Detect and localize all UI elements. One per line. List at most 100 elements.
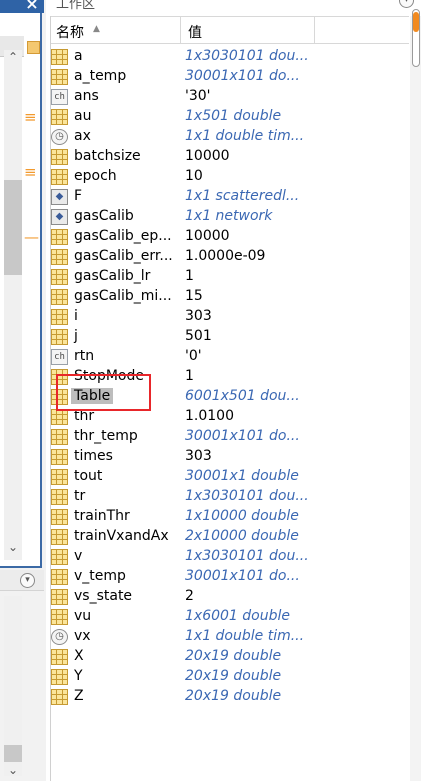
matrix-variable-icon <box>51 109 68 125</box>
workspace-variable-row[interactable]: gasCalib_mi... 15 <box>51 287 409 307</box>
column-divider[interactable] <box>180 17 181 44</box>
workspace-variable-row[interactable]: a 1x3030101 dou... <box>51 47 409 67</box>
variable-name: gasCalib_ep... <box>74 228 172 244</box>
details-panel-scroll-thumb[interactable] <box>4 745 22 762</box>
workspace-variable-row[interactable]: ch ans '30' <box>51 87 409 107</box>
workspace-variable-row[interactable]: trainVxandAx 2x10000 double <box>51 527 409 547</box>
timeseries-variable-icon: ◷ <box>51 629 68 645</box>
workspace-variable-row[interactable]: batchsize 10000 <box>51 147 409 167</box>
matrix-variable-icon <box>51 169 68 185</box>
workspace-scrollbar[interactable] <box>410 16 421 781</box>
variable-value: 1x1 scatteredl... <box>185 188 300 204</box>
scroll-down-arrow-icon[interactable]: ⌄ <box>4 763 22 777</box>
matrix-variable-icon <box>51 549 68 565</box>
object-variable-icon: ◆ <box>51 209 68 225</box>
workspace-variable-row[interactable]: tout 30001x1 double <box>51 467 409 487</box>
matrix-variable-icon <box>51 289 68 305</box>
workspace-variable-row[interactable]: v_temp 30001x101 do... <box>51 567 409 587</box>
left-panel-scrollbar[interactable] <box>4 50 22 560</box>
variable-name: ans <box>74 88 99 104</box>
variable-value: 1x501 double <box>185 108 282 124</box>
variable-value: 20x19 double <box>185 688 282 704</box>
variable-name: tr <box>74 488 86 504</box>
workspace-variable-row[interactable]: gasCalib_err... 1.0000e-09 <box>51 247 409 267</box>
panel-menu-icon[interactable]: ▾ <box>20 573 35 588</box>
workspace-variable-row[interactable]: epoch 10 <box>51 167 409 187</box>
close-icon[interactable]: × <box>22 0 42 13</box>
workspace-variable-row[interactable]: ◆ gasCalib 1x1 network <box>51 207 409 227</box>
variable-value: 2x10000 double <box>185 528 299 544</box>
variable-value: 30001x101 do... <box>185 428 300 444</box>
variable-value: 1x1 network <box>185 208 273 224</box>
matrix-variable-icon <box>51 669 68 685</box>
message-marker-icon[interactable]: ≡ <box>24 110 38 125</box>
variable-name: trainThr <box>74 508 130 524</box>
workspace-variable-row[interactable]: i 303 <box>51 307 409 327</box>
variable-value: 1 <box>185 368 194 384</box>
variable-value: 303 <box>185 448 212 464</box>
variable-value: 1.0100 <box>185 408 234 424</box>
variable-name: i <box>74 308 78 324</box>
variable-name: vx <box>74 628 91 644</box>
variable-value: 2 <box>185 588 194 604</box>
variable-name: v <box>74 548 83 564</box>
matrix-variable-icon <box>51 609 68 625</box>
variable-name: Z <box>74 688 84 704</box>
variable-name: j <box>74 328 78 344</box>
matrix-variable-icon <box>51 689 68 705</box>
workspace-variable-row[interactable]: j 501 <box>51 327 409 347</box>
workspace-variable-row[interactable]: gasCalib_lr 1 <box>51 267 409 287</box>
variable-value: 30001x1 double <box>185 468 299 484</box>
workspace-variable-row[interactable]: v 1x3030101 dou... <box>51 547 409 567</box>
variable-name: F <box>74 188 83 204</box>
sort-ascending-icon[interactable]: ▲ <box>93 24 100 34</box>
scroll-up-arrow-icon[interactable]: ⌃ <box>4 50 22 64</box>
matrix-variable-icon <box>51 329 68 345</box>
workspace-variable-row[interactable]: Y 20x19 double <box>51 667 409 687</box>
workspace-column-header: 名称 ▲ 值 <box>51 16 409 44</box>
workspace-variable-row[interactable]: ◷ ax 1x1 double tim... <box>51 127 409 147</box>
message-marker-icon[interactable]: ≡ <box>24 165 38 180</box>
column-header-value[interactable]: 值 <box>188 22 202 42</box>
variable-value: 20x19 double <box>185 668 282 684</box>
scroll-down-arrow-icon[interactable]: ⌄ <box>4 540 22 554</box>
matrix-variable-icon <box>51 529 68 545</box>
variable-value: 1 <box>185 268 194 284</box>
workspace-variable-row[interactable]: ch rtn '0' <box>51 347 409 367</box>
workspace-variable-row[interactable]: ◆ F 1x1 scatteredl... <box>51 187 409 207</box>
variable-value: 1x1 double tim... <box>185 628 305 644</box>
variable-value: 1.0000e-09 <box>185 248 266 264</box>
variable-value: 1x1 double tim... <box>185 128 305 144</box>
workspace-variable-row[interactable]: Z 20x19 double <box>51 687 409 707</box>
variable-name: batchsize <box>74 148 141 164</box>
variable-value: 1x6001 double <box>185 608 290 624</box>
column-header-name[interactable]: 名称 <box>56 22 84 42</box>
workspace-variable-row[interactable]: X 20x19 double <box>51 647 409 667</box>
matrix-variable-icon <box>51 229 68 245</box>
workspace-variable-row[interactable]: a_temp 30001x101 do... <box>51 67 409 87</box>
workspace-variable-row[interactable]: trainThr 1x10000 double <box>51 507 409 527</box>
matrix-variable-icon <box>51 49 68 65</box>
workspace-variable-row[interactable]: thr_temp 30001x101 do... <box>51 427 409 447</box>
matrix-variable-icon <box>51 409 68 425</box>
variable-value: 303 <box>185 308 212 324</box>
workspace-variable-row[interactable]: au 1x501 double <box>51 107 409 127</box>
workspace-scroll-indicator <box>413 12 419 32</box>
workspace-variable-row[interactable]: gasCalib_ep... 10000 <box>51 227 409 247</box>
variable-value: 30001x101 do... <box>185 68 300 84</box>
message-marker-icon[interactable]: — <box>24 230 39 245</box>
left-panel-scroll-thumb[interactable] <box>4 180 22 275</box>
variable-name: gasCalib_mi... <box>74 288 172 304</box>
variable-value: 15 <box>185 288 203 304</box>
workspace-variable-row[interactable]: vs_state 2 <box>51 587 409 607</box>
workspace-variable-row[interactable]: vu 1x6001 double <box>51 607 409 627</box>
workspace-variable-row[interactable]: tr 1x3030101 dou... <box>51 487 409 507</box>
workspace-variable-row[interactable]: ◷ vx 1x1 double tim... <box>51 627 409 647</box>
column-divider[interactable] <box>314 17 315 44</box>
variable-value: 10000 <box>185 148 230 164</box>
variable-name: times <box>74 448 113 464</box>
workspace-variable-row[interactable]: times 303 <box>51 447 409 467</box>
char-variable-icon: ch <box>51 349 68 365</box>
variable-value: '30' <box>185 88 211 104</box>
panel-menu-icon[interactable]: ▾ <box>399 0 414 8</box>
